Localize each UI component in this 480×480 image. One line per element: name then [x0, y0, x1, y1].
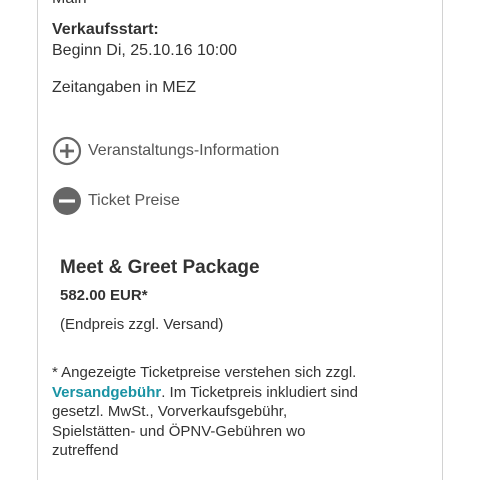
package-price-note: (Endpreis zzgl. Versand): [60, 316, 224, 333]
disclaimer-line-1: * Angezeigte Ticketpreise verstehen sich…: [52, 364, 357, 381]
disclaimer-line-2: Versandgebühr. Im Ticketpreis inkludiert…: [52, 383, 438, 403]
truncated-text: Main: [52, 0, 87, 8]
package-price: 582.00 EUR*: [60, 287, 148, 304]
package-title: Meet & Greet Package: [60, 257, 260, 278]
content-border-right: [442, 0, 443, 480]
event-info-label: Veranstaltungs-Information: [88, 142, 280, 159]
disclaimer-line-3: gesetzl. MwSt., Vorverkaufsgebühr,: [52, 403, 288, 420]
content-border-left: [37, 0, 38, 480]
ticket-prices-toggle[interactable]: Ticket Preise: [52, 186, 180, 216]
event-info-toggle[interactable]: Veranstaltungs-Information: [52, 136, 279, 166]
disclaimer-line-2-text: . Im Ticketpreis inkludiert sind: [161, 383, 358, 401]
sale-start-heading: Verkaufsstart:: [52, 21, 159, 38]
ticket-prices-label: Ticket Preise: [88, 192, 180, 209]
sale-start-date: Beginn Di, 25.10.16 10:00: [52, 42, 238, 59]
price-disclaimer: * Angezeigte Ticketpreise verstehen sich…: [52, 363, 438, 461]
minus-circle-icon: [53, 187, 81, 215]
plus-circle-icon: [52, 136, 82, 166]
ticket-detail-page: Main Verkaufsstart: Beginn Di, 25.10.16 …: [0, 0, 480, 480]
disclaimer-line-4: Spielstätten- und ÖPNV-Gebühren wo: [52, 422, 306, 440]
shipping-fee-link[interactable]: Versandgebühr: [52, 384, 161, 401]
disclaimer-line-5: zutreffend: [52, 442, 119, 459]
timezone-note: Zeitangaben in MEZ: [52, 79, 197, 96]
